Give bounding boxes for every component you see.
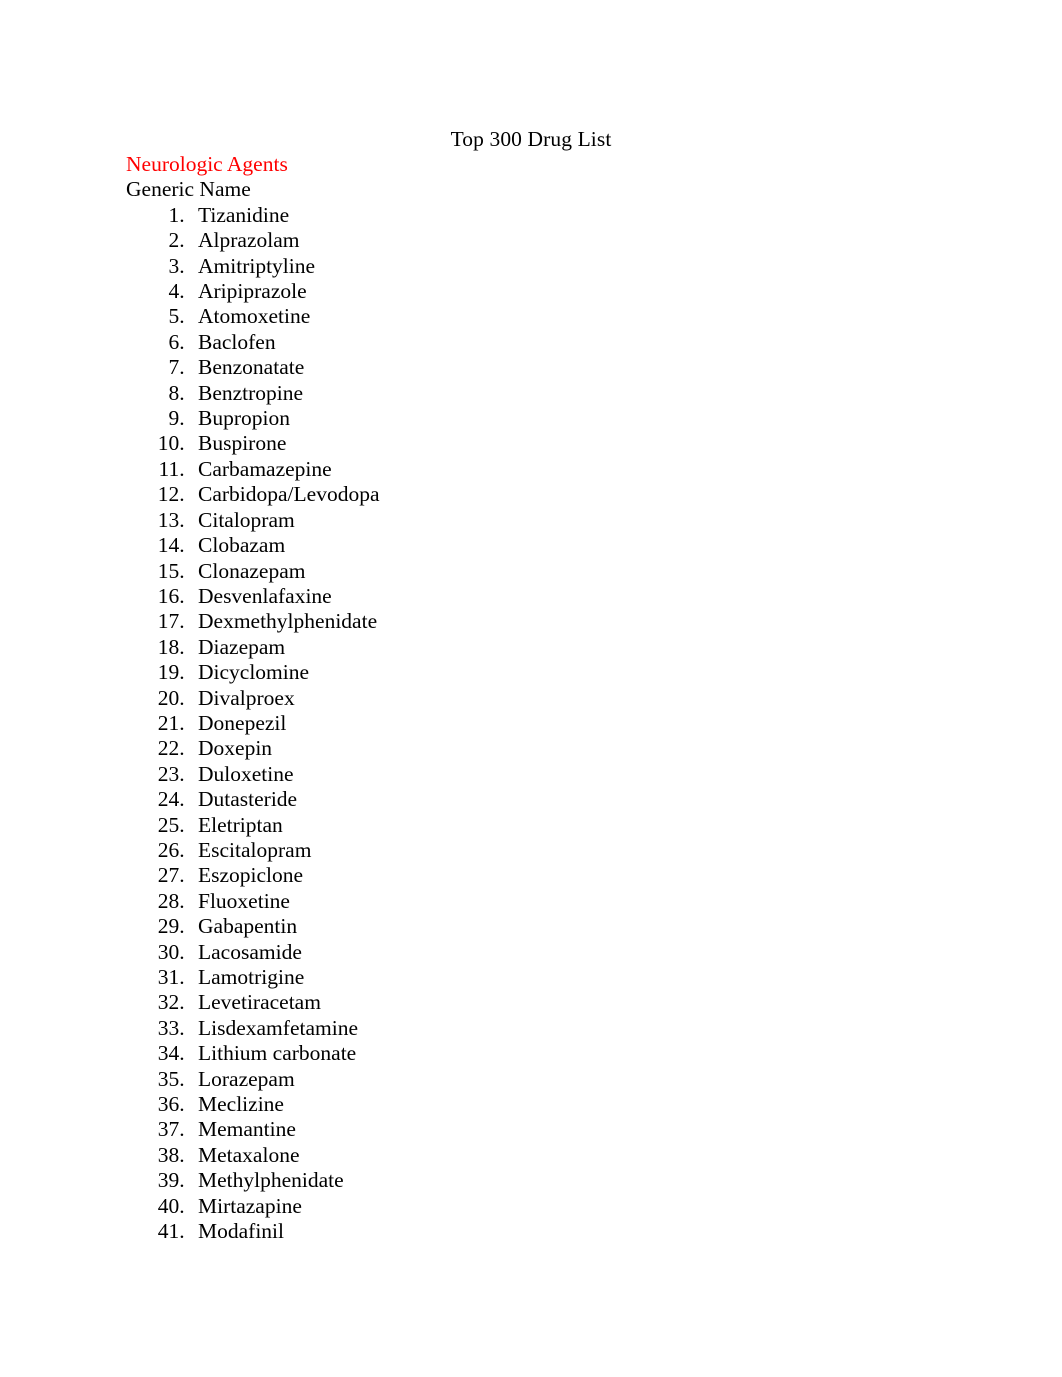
list-item: Levetiracetam <box>190 990 946 1015</box>
list-item: Lacosamide <box>190 940 946 965</box>
list-item: Clonazepam <box>190 559 946 584</box>
list-item: Citalopram <box>190 508 946 533</box>
list-item: Eszopiclone <box>190 863 946 888</box>
list-item: Benzonatate <box>190 355 946 380</box>
document-page: Top 300 Drug List Neurologic Agents Gene… <box>0 0 1062 1377</box>
list-item: Memantine <box>190 1117 946 1142</box>
list-item: Lorazepam <box>190 1067 946 1092</box>
list-item: Clobazam <box>190 533 946 558</box>
list-item: Lithium carbonate <box>190 1041 946 1066</box>
list-item: Duloxetine <box>190 762 946 787</box>
list-item: Buspirone <box>190 431 946 456</box>
page-title: Top 300 Drug List <box>450 127 612 151</box>
list-item: Tizanidine <box>190 203 946 228</box>
list-item: Carbidopa/Levodopa <box>190 482 946 507</box>
list-item: Mirtazapine <box>190 1194 946 1219</box>
list-item: Dexmethylphenidate <box>190 609 946 634</box>
list-item: Modafinil <box>190 1219 946 1244</box>
list-item: Fluoxetine <box>190 889 946 914</box>
list-item: Meclizine <box>190 1092 946 1117</box>
list-item: Alprazolam <box>190 228 946 253</box>
list-item: Divalproex <box>190 686 946 711</box>
list-item: Carbamazepine <box>190 457 946 482</box>
list-item: Donepezil <box>190 711 946 736</box>
document-body: Neurologic Agents Generic Name Tizanidin… <box>126 152 946 1244</box>
list-item: Baclofen <box>190 330 946 355</box>
list-item: Gabapentin <box>190 914 946 939</box>
list-item: Aripiprazole <box>190 279 946 304</box>
list-item: Atomoxetine <box>190 304 946 329</box>
list-item: Dutasteride <box>190 787 946 812</box>
list-item: Doxepin <box>190 736 946 761</box>
list-item: Methylphenidate <box>190 1168 946 1193</box>
column-label-generic-name: Generic Name <box>126 177 251 202</box>
drug-list: TizanidineAlprazolamAmitriptylineAripipr… <box>126 203 946 1245</box>
list-item: Diazepam <box>190 635 946 660</box>
list-item: Amitriptyline <box>190 254 946 279</box>
list-item: Bupropion <box>190 406 946 431</box>
list-item: Eletriptan <box>190 813 946 838</box>
list-item: Desvenlafaxine <box>190 584 946 609</box>
section-heading-neurologic-agents: Neurologic Agents <box>126 152 288 176</box>
list-item: Dicyclomine <box>190 660 946 685</box>
list-item: Lisdexamfetamine <box>190 1016 946 1041</box>
list-item: Escitalopram <box>190 838 946 863</box>
list-item: Metaxalone <box>190 1143 946 1168</box>
list-item: Lamotrigine <box>190 965 946 990</box>
list-item: Benztropine <box>190 381 946 406</box>
